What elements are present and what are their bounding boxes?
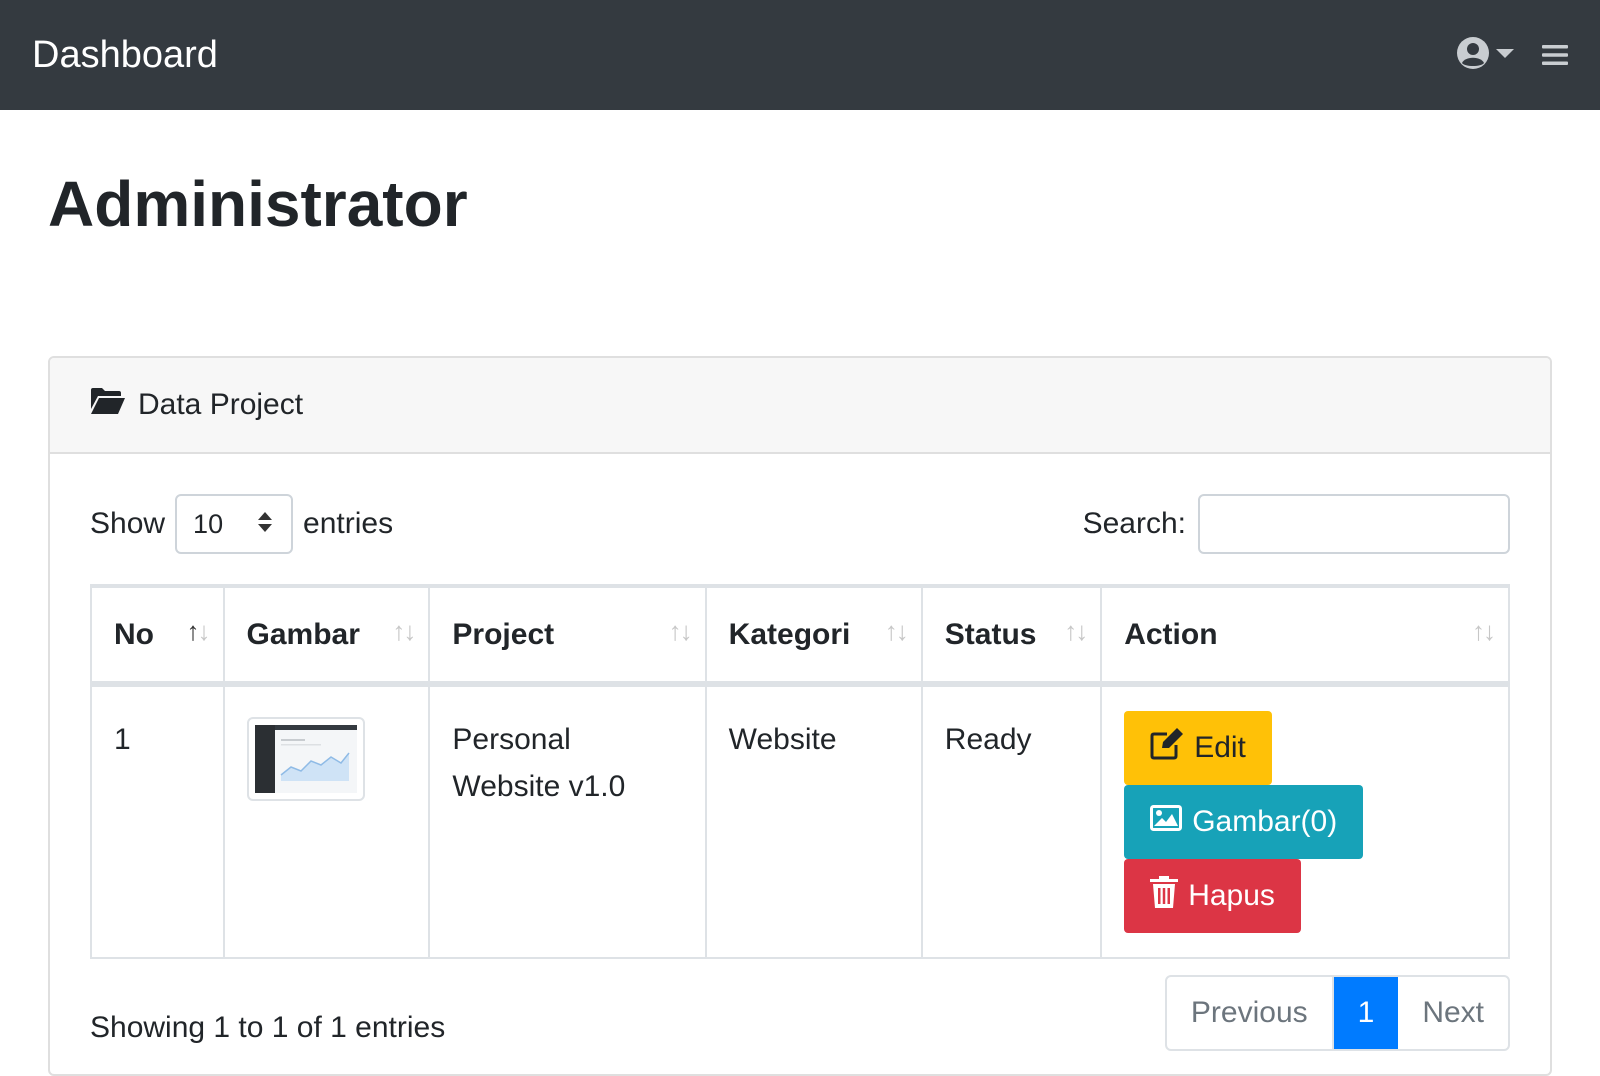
- column-header-action[interactable]: Action ↑↓: [1100, 585, 1510, 687]
- caret-down-icon: [1496, 46, 1514, 64]
- data-project-card: Data Project Show 10 entries Search: No …: [48, 356, 1552, 1076]
- card-body: Show 10 entries Search: No ↑↓ Gambar ↑↓ …: [50, 454, 1550, 1051]
- sort-icon: ↑↓: [392, 616, 416, 646]
- column-header-status[interactable]: Status ↑↓: [920, 585, 1103, 687]
- column-label: Gambar: [246, 617, 360, 651]
- sort-icon: ↑↓: [1064, 616, 1088, 646]
- sort-asc-icon: ↑↓: [186, 616, 211, 646]
- show-label: Show: [90, 507, 166, 540]
- search-label: Search:: [1082, 507, 1186, 540]
- cell-gambar: [222, 683, 431, 959]
- search-input[interactable]: [1198, 494, 1510, 554]
- trash-icon: [1150, 876, 1179, 916]
- previous-button[interactable]: Previous: [1167, 977, 1332, 1049]
- column-label: Status: [944, 617, 1037, 651]
- column-header-gambar[interactable]: Gambar ↑↓: [222, 585, 431, 687]
- next-button[interactable]: Next: [1398, 977, 1508, 1049]
- entries-label: entries: [303, 507, 394, 540]
- user-circle-icon: [1456, 36, 1490, 75]
- page-1-button[interactable]: 1: [1331, 977, 1399, 1049]
- page-title: Administrator: [48, 168, 468, 240]
- hapus-label: Hapus: [1188, 879, 1275, 912]
- pagination: Previous 1 Next: [1164, 975, 1510, 1051]
- edit-button[interactable]: Edit: [1124, 711, 1272, 785]
- edit-icon: [1150, 728, 1184, 768]
- search-control: Search:: [1083, 494, 1510, 554]
- column-label: No: [114, 617, 154, 651]
- cell-action: Edit Gambar(0) Hapus: [1100, 683, 1510, 959]
- card-header: Data Project: [50, 358, 1550, 454]
- sort-icon: ↑↓: [1472, 616, 1496, 646]
- card-title: Data Project: [138, 388, 304, 421]
- column-label: Project: [452, 617, 555, 651]
- action-buttons: Edit Gambar(0) Hapus: [1124, 711, 1486, 933]
- entries-length-value: 10: [193, 508, 224, 539]
- sort-icon: ↑↓: [884, 616, 909, 646]
- navbar-right: [1456, 36, 1568, 75]
- column-label: Kategori: [728, 617, 851, 651]
- user-dropdown-toggle[interactable]: [1456, 36, 1514, 75]
- cell-kategori: Website: [704, 683, 923, 959]
- cell-no: 1: [90, 683, 225, 959]
- cell-status: Ready: [920, 683, 1103, 959]
- cell-project: Personal Website v1.0: [428, 683, 707, 959]
- folder-open-icon: [90, 387, 126, 423]
- column-header-no[interactable]: No ↑↓: [90, 585, 225, 687]
- sort-icon: ↑↓: [668, 616, 693, 646]
- navbar-brand[interactable]: Dashboard: [32, 34, 218, 77]
- entries-length-select[interactable]: 10: [175, 494, 294, 554]
- gambar-label: Gambar(0): [1192, 805, 1338, 838]
- length-control: Show 10 entries: [90, 494, 393, 554]
- gambar-button[interactable]: Gambar(0): [1124, 785, 1364, 859]
- table-controls: Show 10 entries Search:: [90, 492, 1510, 556]
- table-header-row: No ↑↓ Gambar ↑↓ Project ↑↓ Kategori ↑↓ S…: [90, 585, 1510, 687]
- main-content: Administrator Data Project Show 10 entri…: [0, 110, 1600, 1076]
- project-thumbnail[interactable]: [246, 717, 365, 801]
- top-navbar: Dashboard: [0, 0, 1600, 110]
- column-label: Action: [1124, 617, 1218, 651]
- projects-table: No ↑↓ Gambar ↑↓ Project ↑↓ Kategori ↑↓ S…: [90, 584, 1510, 959]
- column-header-project[interactable]: Project ↑↓: [428, 585, 707, 687]
- column-header-kategori[interactable]: Kategori ↑↓: [704, 585, 923, 687]
- chart-preview-icon: [280, 739, 350, 781]
- image-icon: [1150, 805, 1183, 839]
- table-footer: Showing 1 to 1 of 1 entries Previous 1 N…: [90, 975, 1510, 1051]
- sort-updown-icon: [257, 509, 273, 540]
- table-info: Showing 1 to 1 of 1 entries: [90, 1011, 446, 1044]
- hapus-button[interactable]: Hapus: [1124, 859, 1301, 933]
- hamburger-icon[interactable]: [1542, 44, 1568, 66]
- table-row: 1 Personal Website v1.0 Website Ready Ed…: [90, 683, 1510, 959]
- edit-label: Edit: [1194, 731, 1246, 764]
